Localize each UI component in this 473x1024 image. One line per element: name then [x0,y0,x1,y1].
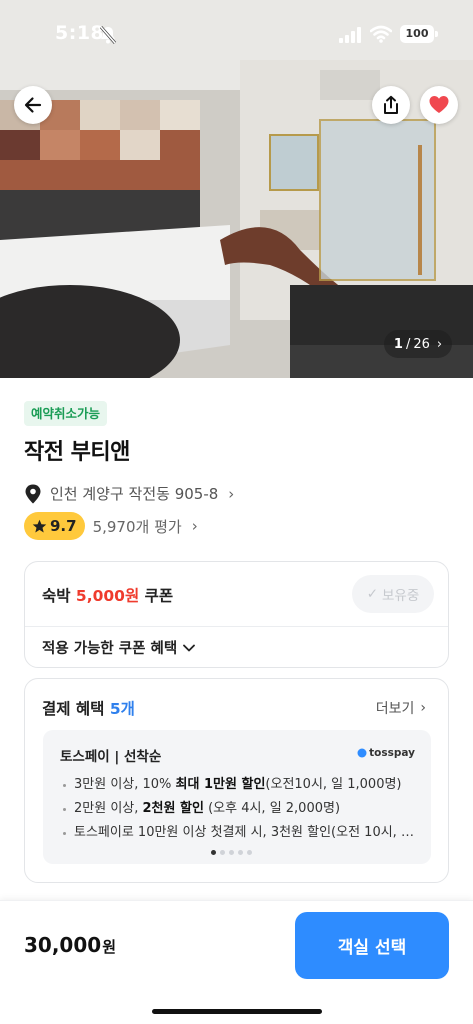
owned-label: 보유중 [382,588,420,604]
share-icon [384,95,398,114]
photo-counter[interactable]: 1 / 26 › [384,330,452,358]
chevron-down-icon [183,644,196,651]
back-button[interactable] [14,86,52,124]
arrow-left-icon [24,97,42,113]
pager-dot [247,850,252,855]
pager-dot-active [211,850,216,855]
check-icon: ✓ [366,586,379,602]
rating-link[interactable]: 9.7 5,970개 평가 › [24,512,198,540]
tosspay-logo: tosspay [357,747,415,759]
price-amount: 30,000 [24,933,102,957]
pager-dot [238,850,243,855]
rating-score: 9.7 [50,517,77,535]
pager-dot [220,850,225,855]
review-count: 5,970개 평가 [92,517,182,536]
bottom-action-bar: 30,000원 객실 선택 [0,900,473,1024]
coupon-title: 숙박 5,000원 쿠폰 [42,584,173,606]
chevron-right-icon: › [228,484,235,503]
more-label: 더보기 [375,701,415,717]
benefit-item: 토스페이로 10만원 이상 첫결제 시, 3천원 할인(오전 10시, 일 50… [60,821,420,845]
carousel-pager [211,850,252,855]
pager-dot [229,850,234,855]
coupon-benefit-toggle[interactable]: 적용 가능한 쿠폰 혜택 [42,637,196,658]
select-room-button[interactable]: 객실 선택 [295,912,449,979]
hotel-name: 작전 부티앤 [24,440,130,465]
heart-icon [429,96,449,113]
chevron-right-icon: › [191,517,198,535]
signal-icon [339,27,361,43]
address-text: 인천 계양구 작전동 905-8 [50,485,219,503]
map-pin-icon [25,484,41,503]
payment-benefits-card: 결제 혜택 5개 더보기 › 토스페이 | 선착순 tosspay 3만원 이상… [24,678,449,883]
rating-badge: 9.7 [24,512,85,540]
like-button[interactable] [420,86,458,124]
more-button[interactable]: 더보기 › [376,698,426,718]
payment-title: 결제 혜택 5개 [42,697,135,719]
coupon-suffix: 쿠폰 [139,587,174,605]
tosspay-title: 토스페이 | 선착순 [60,749,162,765]
photo-index: 1 [393,336,403,352]
benefit-item: 2만원 이상, 2천원 할인 (오후 4시, 일 2,000명) [60,797,420,821]
wifi-icon [370,25,392,43]
tosspay-logo-text: tosspay [369,747,415,759]
coupon-prefix: 숙박 [42,587,76,605]
benefit-item: 3만원 이상, 10% 최대 1만원 할인(오전10시, 일 1,000명) [60,773,420,797]
tosspay-benefit-panel[interactable]: 토스페이 | 선착순 tosspay 3만원 이상, 10% 최대 1만원 할인… [43,730,431,864]
coupon-card: 숙박 5,000원 쿠폰 ✓ 보유중 적용 가능한 쿠폰 혜택 [24,561,449,668]
battery-indicator: 100 [400,25,438,43]
home-indicator [152,1009,322,1014]
benefit-list: 3만원 이상, 10% 최대 1만원 할인(오전10시, 일 1,000명) 2… [60,773,420,845]
room-price: 30,000원 [24,933,116,957]
chevron-right-icon: › [420,700,426,716]
star-icon [32,519,47,532]
chevron-right-icon: › [436,336,443,352]
coupon-amount: 5,000원 [75,587,140,605]
share-button[interactable] [372,86,410,124]
coupon-benefit-label: 적용 가능한 쿠폰 혜택 [42,641,178,657]
tosspay-logo-icon [357,748,367,758]
status-bar: 5:18 100 [0,0,473,70]
photo-total: 26 [413,336,430,352]
divider [25,626,448,627]
cancellable-badge: 예약취소가능 [24,401,108,426]
address-link[interactable]: 인천 계양구 작전동 905-8 › [24,483,234,504]
payment-count: 5개 [109,700,135,718]
status-time: 5:18 [55,22,105,44]
photo-separator: / [405,336,411,352]
hotel-photo-gallery[interactable]: 5:18 100 1 / 26 › [0,0,473,378]
bell-off-icon [99,26,117,44]
payment-title-text: 결제 혜택 [42,700,110,718]
price-currency: 원 [102,938,116,956]
coupon-owned-button[interactable]: ✓ 보유중 [352,575,434,613]
